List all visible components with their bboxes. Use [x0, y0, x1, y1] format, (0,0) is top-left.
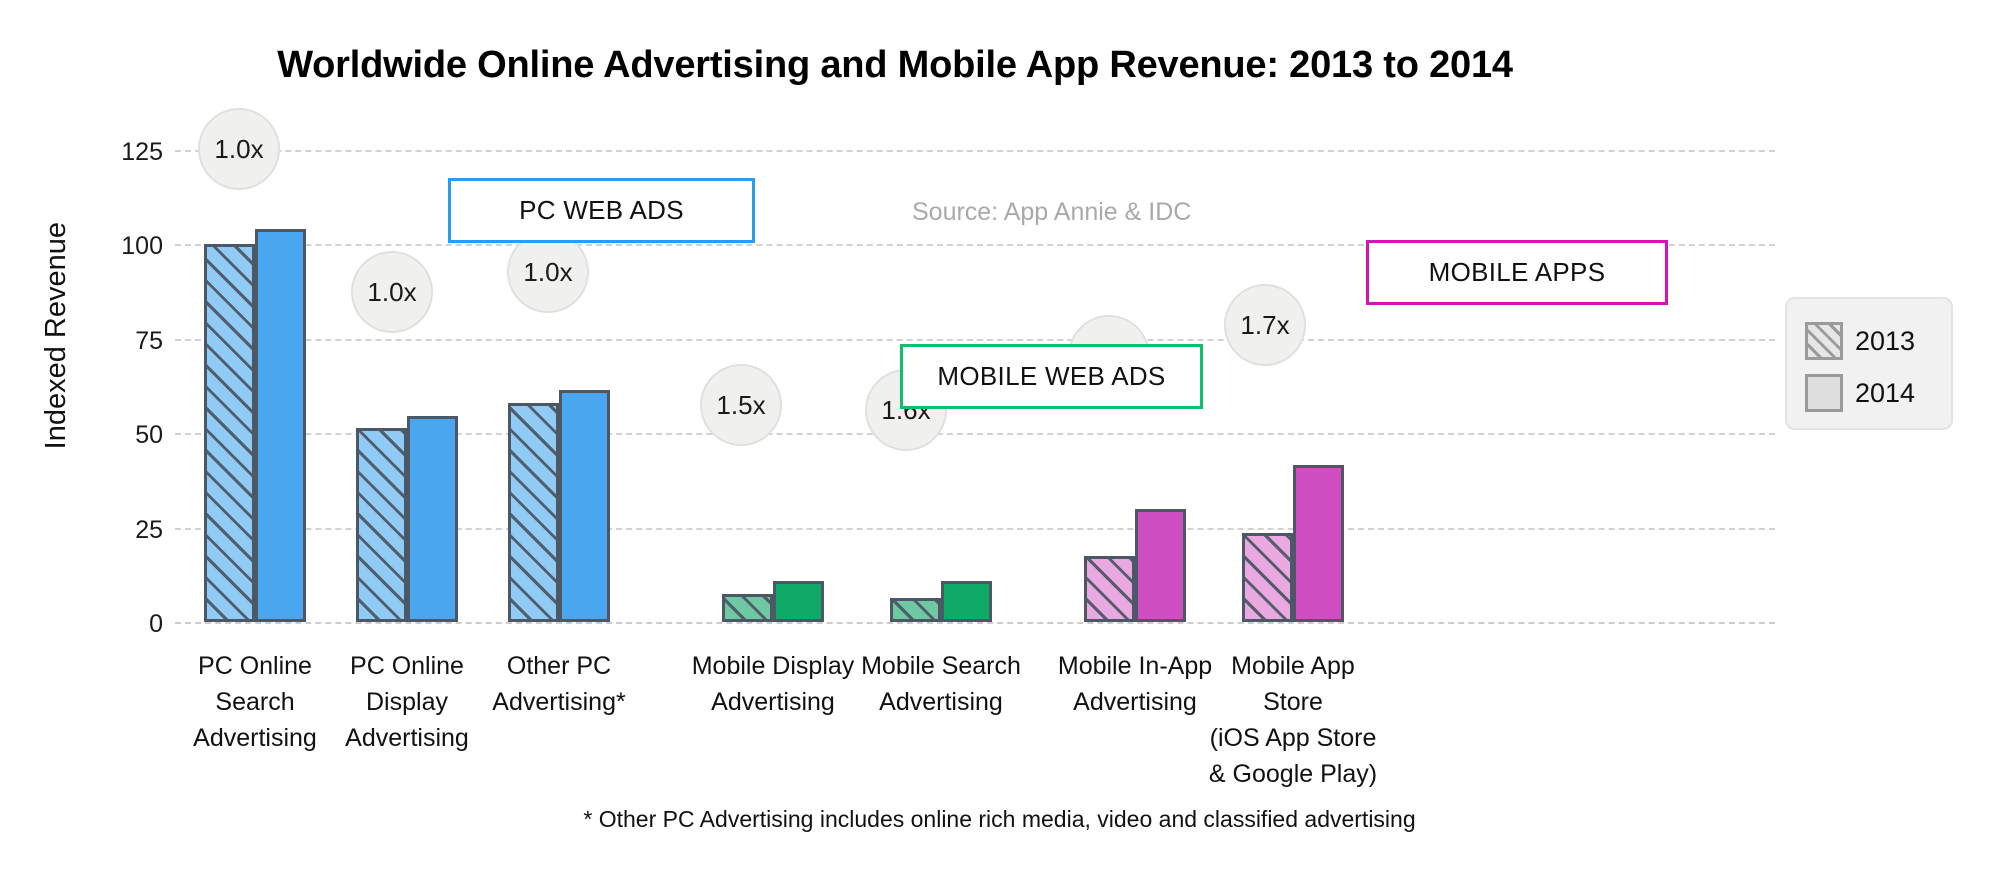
- callout-pc-web-ads: PC WEB ADS: [448, 178, 755, 243]
- bar-2013-pc-online-search-advertising: [204, 244, 255, 622]
- bar-2014-other-pc-advertising: [559, 389, 610, 622]
- growth-bubble-label: 1.0x: [214, 133, 264, 164]
- y-tick-100: 100: [121, 232, 163, 261]
- bar-2014-mobile-display-advertising: [773, 580, 824, 622]
- x-label-line: (iOS App Store: [1209, 724, 1377, 752]
- bar-2013-pc-online-display-advertising: [356, 427, 407, 622]
- x-label-line: Advertising: [345, 724, 469, 752]
- legend-label-2014: 2014: [1855, 377, 1916, 408]
- bar-2013-mobile-app-store: [1242, 533, 1293, 622]
- gridline-125: 125: [121, 138, 1775, 166]
- x-label-line: & Google Play): [1208, 760, 1378, 788]
- chart-title: Worldwide Online Advertising and Mobile …: [277, 44, 1513, 86]
- y-tick-25: 25: [135, 515, 163, 544]
- x-label-other-pc: Other PC Advertising*: [459, 648, 659, 720]
- chart-container: Worldwide Online Advertising and Mobile …: [0, 0, 1999, 882]
- chart-footnote: * Other PC Advertising includes online r…: [583, 806, 1416, 832]
- x-label-line: Advertising*: [492, 688, 626, 716]
- gridline-75: 75: [135, 327, 1775, 355]
- bar-2013-other-pc-advertising: [508, 403, 559, 622]
- y-tick-125: 125: [121, 138, 163, 166]
- legend-label-2013: 2013: [1855, 325, 1916, 356]
- legend-swatch-2013-icon: [1805, 322, 1843, 360]
- x-label-line: Other PC: [506, 652, 612, 680]
- y-tick-75: 75: [135, 326, 163, 355]
- bar-2014-mobile-app-store: [1293, 465, 1344, 622]
- chart-legend: 2013 2014: [1785, 297, 1953, 430]
- y-tick-50: 50: [135, 421, 163, 450]
- bar-2014-mobile-in-app-advertising: [1135, 508, 1186, 622]
- legend-item-2014[interactable]: 2014: [1805, 367, 1951, 419]
- legend-swatch-2014-icon: [1805, 374, 1843, 412]
- bar-2014-pc-online-display-advertising: [407, 416, 458, 622]
- growth-bubble-label: 1.0x: [367, 276, 417, 307]
- growth-bubble-mobile-display: 1.5x: [700, 364, 782, 446]
- bar-2014-pc-online-search-advertising: [255, 229, 306, 622]
- bar-2013-mobile-display-advertising: [722, 593, 773, 622]
- x-label-line: Mobile App: [1231, 652, 1355, 680]
- callout-label: MOBILE WEB ADS: [937, 361, 1166, 391]
- bar-2013-mobile-in-app-advertising: [1084, 555, 1135, 622]
- growth-bubble-mobile-app-store: 1.7x: [1224, 284, 1306, 366]
- growth-bubble-pc-online-display: 1.0x: [351, 251, 433, 333]
- growth-bubble-label: 1.7x: [1240, 309, 1290, 340]
- bar-2013-mobile-search-advertising: [890, 597, 941, 622]
- bar-2014-mobile-search-advertising: [941, 580, 992, 622]
- callout-label: MOBILE APPS: [1428, 257, 1606, 287]
- callout-mobile-apps: MOBILE APPS: [1366, 240, 1668, 305]
- gridline-0: 0: [149, 610, 1775, 638]
- callout-label: PC WEB ADS: [519, 195, 684, 225]
- growth-bubble-other-pc: 1.0x: [507, 231, 589, 313]
- callout-mobile-web-ads: MOBILE WEB ADS: [900, 344, 1203, 409]
- growth-bubble-pc-online-search: 1.0x: [198, 108, 280, 190]
- growth-bubble-label: 1.5x: [716, 389, 766, 420]
- growth-bubble-label: 1.0x: [523, 256, 573, 287]
- x-label-line: Store: [1263, 688, 1323, 716]
- x-label-mobile-app-store: Mobile App Store (iOS App Store & Google…: [1168, 648, 1418, 792]
- y-tick-0: 0: [149, 610, 163, 638]
- legend-item-2013[interactable]: 2013: [1805, 315, 1951, 367]
